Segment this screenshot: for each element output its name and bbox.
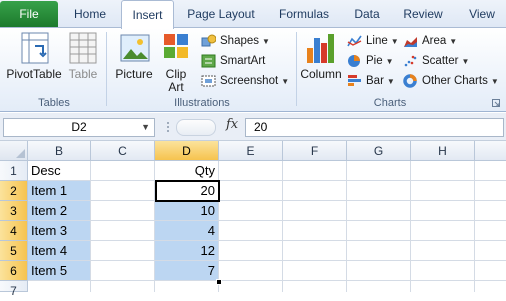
clip-art-icon bbox=[164, 34, 188, 58]
column-header-c[interactable]: C bbox=[91, 141, 155, 161]
column-header-b[interactable]: B bbox=[28, 141, 91, 161]
tab-data[interactable]: Data bbox=[344, 0, 390, 28]
tab-view[interactable]: View bbox=[458, 0, 506, 28]
clip-art-label-line2: Art bbox=[168, 80, 184, 94]
pie-chart-icon bbox=[348, 55, 360, 67]
smartart-label: SmartArt bbox=[220, 55, 266, 67]
ribbon-insert-panel: PivotTable Table Tables Picture Clip Art bbox=[0, 28, 506, 112]
group-divider bbox=[106, 32, 107, 106]
ribbon-tab-bar: File Home Insert Page Layout Formulas Da… bbox=[0, 0, 506, 29]
other-charts-label: Other Charts bbox=[422, 75, 488, 87]
bar-chart-icon bbox=[348, 75, 361, 86]
pie-label: Pie bbox=[366, 55, 383, 67]
group-label-tables: Tables bbox=[38, 97, 70, 109]
formula-bar: D2 ▼ fx 20 bbox=[0, 113, 506, 141]
row-header-3[interactable]: 3 bbox=[0, 201, 28, 221]
bar-chart-button[interactable]: Bar ▼ bbox=[347, 72, 395, 90]
bar-label: Bar bbox=[366, 75, 384, 87]
table-icon bbox=[69, 32, 97, 64]
name-box[interactable]: D2 ▼ bbox=[3, 118, 155, 137]
doughnut-chart-icon bbox=[403, 74, 417, 88]
gridlines bbox=[28, 161, 506, 292]
worksheet-grid[interactable]: B C D E F G H 1 2 3 4 5 6 7 Desc Qty Ite… bbox=[0, 141, 506, 298]
row-header-6[interactable]: 6 bbox=[0, 261, 28, 281]
screenshot-label: Screenshot bbox=[220, 75, 279, 87]
tab-formulas[interactable]: Formulas bbox=[268, 0, 340, 28]
table-label: Table bbox=[68, 67, 98, 81]
pie-chart-button[interactable]: Pie ▼ bbox=[347, 52, 394, 70]
smartart-icon bbox=[201, 54, 216, 68]
insert-function-icon[interactable]: fx bbox=[226, 117, 238, 132]
tab-home[interactable]: Home bbox=[62, 0, 118, 28]
picture-icon bbox=[120, 34, 150, 62]
row-header-4[interactable]: 4 bbox=[0, 221, 28, 241]
row-header-5[interactable]: 5 bbox=[0, 241, 28, 261]
pivottable-icon bbox=[21, 32, 49, 64]
row-header-7[interactable]: 7 bbox=[0, 281, 28, 298]
screenshot-button[interactable]: Screenshot ▼ bbox=[201, 72, 289, 90]
clip-art-button[interactable]: Clip Art bbox=[158, 30, 194, 94]
shapes-icon bbox=[201, 34, 216, 47]
column-chart-icon bbox=[307, 34, 334, 63]
picture-button[interactable]: Picture bbox=[112, 30, 156, 90]
shapes-label: Shapes bbox=[220, 35, 260, 47]
dialog-launcher-icon[interactable] bbox=[492, 99, 501, 108]
tab-insert[interactable]: Insert bbox=[121, 0, 174, 29]
area-chart-button[interactable]: Area ▼ bbox=[403, 32, 457, 50]
scatter-chart-icon bbox=[404, 55, 417, 67]
column-label: Column bbox=[300, 67, 342, 81]
line-chart-button[interactable]: Line ▼ bbox=[347, 32, 399, 50]
smartart-button[interactable]: SmartArt bbox=[201, 52, 265, 70]
formula-input[interactable]: 20 bbox=[245, 118, 504, 137]
scatter-label: Scatter bbox=[422, 55, 459, 67]
pivottable-label: PivotTable bbox=[6, 67, 62, 81]
group-divider bbox=[296, 32, 297, 106]
scatter-chart-button[interactable]: Scatter ▼ bbox=[403, 52, 469, 70]
group-label-charts: Charts bbox=[373, 97, 407, 109]
column-header-d[interactable]: D bbox=[155, 141, 219, 161]
name-box-value: D2 bbox=[71, 120, 87, 134]
column-header-g[interactable]: G bbox=[347, 141, 411, 161]
row-header-2[interactable]: 2 bbox=[0, 181, 28, 201]
screenshot-icon bbox=[201, 75, 216, 87]
formula-buttons-area bbox=[176, 119, 216, 136]
tab-file[interactable]: File bbox=[0, 1, 58, 27]
tab-page-layout[interactable]: Page Layout bbox=[178, 0, 264, 28]
area-chart-icon bbox=[404, 37, 417, 47]
tab-review[interactable]: Review bbox=[394, 0, 452, 28]
picture-label: Picture bbox=[115, 67, 153, 81]
chevron-down-icon[interactable]: ▼ bbox=[141, 119, 150, 136]
line-label: Line bbox=[366, 35, 388, 47]
other-charts-button[interactable]: Other Charts ▼ bbox=[403, 72, 499, 90]
column-header-e[interactable]: E bbox=[219, 141, 283, 161]
corner-triangle-icon bbox=[16, 149, 25, 158]
resize-handle-icon[interactable] bbox=[164, 121, 172, 133]
column-header-h[interactable]: H bbox=[411, 141, 475, 161]
column-chart-button[interactable]: Column bbox=[300, 30, 342, 90]
group-label-illustrations: Illustrations bbox=[174, 97, 230, 109]
pivottable-button[interactable]: PivotTable bbox=[6, 30, 62, 90]
select-all-corner[interactable] bbox=[0, 141, 28, 161]
area-label: Area bbox=[422, 35, 447, 47]
row-header-1[interactable]: 1 bbox=[0, 161, 28, 181]
column-header-i[interactable] bbox=[475, 141, 506, 161]
table-button[interactable]: Table bbox=[64, 30, 102, 90]
line-chart-icon bbox=[347, 35, 362, 47]
shapes-button[interactable]: Shapes ▼ bbox=[201, 32, 270, 50]
column-header-f[interactable]: F bbox=[283, 141, 347, 161]
fill-handle[interactable] bbox=[216, 279, 222, 285]
